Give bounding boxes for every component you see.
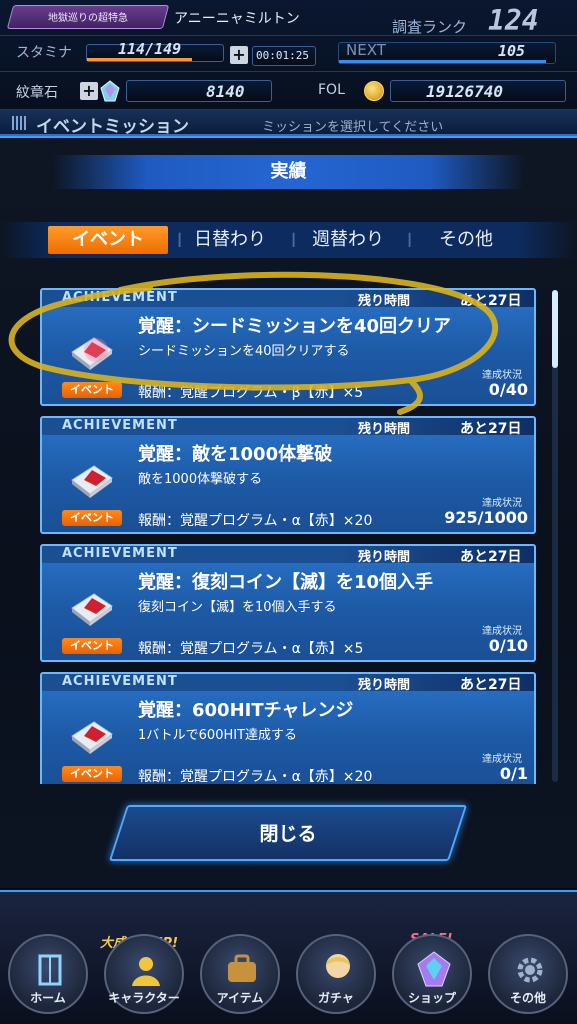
crest-label: 紋章石 <box>16 85 58 101</box>
header-row-currency: 紋章石 + 8140 FOL 19126740 <box>0 72 577 110</box>
crest-value: 8140 <box>206 82 245 101</box>
tab-separator: ┃ <box>290 233 298 247</box>
mission-title: 覚醒：復刻コイン【滅】を10個入手 <box>138 572 434 593</box>
mission-card[interactable]: ACHIEVEMENT 残り時間 あと27日 覚醒：復刻コイン【滅】を10個入手… <box>40 544 536 662</box>
nav-item-button[interactable]: アイテム <box>200 934 280 1014</box>
mission-progress: 0/10 <box>488 636 528 655</box>
player-name: アニーニャミルトン <box>174 11 300 27</box>
screen-title: イベントミッション <box>36 117 189 137</box>
screen-hint: ミッションを選択してください <box>262 120 444 135</box>
nav-gacha-button[interactable]: ガチャ <box>296 934 376 1014</box>
rank-label: 調査ランク <box>392 18 468 36</box>
nav-label: ガチャ <box>318 991 354 1005</box>
program-chip-icon <box>66 714 116 758</box>
close-button[interactable]: 閉じる <box>108 805 468 861</box>
achievement-label: ACHIEVEMENT <box>62 546 178 561</box>
gacha-icon <box>326 954 350 978</box>
next-label: NEXT <box>346 41 386 59</box>
tab-event[interactable]: イベント <box>48 226 168 254</box>
nav-other-button[interactable]: その他 <box>488 934 568 1014</box>
mission-progress: 0/1 <box>499 764 528 783</box>
progress-label: 達成状況 <box>482 498 522 509</box>
character-icon <box>132 957 160 986</box>
crest-box <box>126 80 272 102</box>
close-button-label: 閉じる <box>259 823 317 845</box>
event-badge: イベント <box>62 638 122 654</box>
mission-reward: 報酬：覚醒プログラム・α【赤】×5 <box>138 641 364 657</box>
remaining-time-label: 残り時間 <box>358 550 411 565</box>
crest-plus-button[interactable]: + <box>80 82 98 100</box>
mission-title: 覚醒：600HITチャレンジ <box>138 700 354 721</box>
event-badge-label: 地獄巡りの超特急 <box>48 13 128 24</box>
mission-description: 復刻コイン【滅】を10個入手する <box>138 600 337 615</box>
home-icon <box>38 954 62 986</box>
nav-label: ホーム <box>30 991 66 1005</box>
tab-separator: ┃ <box>406 233 414 247</box>
nav-shop-button[interactable]: ショップ <box>392 934 472 1014</box>
progress-label: 達成状況 <box>482 626 522 637</box>
fol-value: 19126740 <box>426 82 504 101</box>
nav-label: その他 <box>509 991 546 1005</box>
highlight-circle-annotation <box>8 271 499 415</box>
section-title: 実績 <box>52 155 525 189</box>
event-badge: イベント <box>62 510 122 526</box>
next-bar-fill <box>339 60 547 63</box>
mission-reward: 報酬：覚醒プログラム・α【赤】×20 <box>138 513 373 529</box>
nav-label: ショップ <box>407 991 456 1005</box>
remaining-time-label: 残り時間 <box>358 678 411 693</box>
header-row-stamina: スタミナ 114/149 + 00:01:25 NEXT 105 <box>0 36 577 72</box>
fol-coin-icon <box>364 81 384 101</box>
tab-other[interactable]: その他 <box>424 226 508 254</box>
stamina-bar-fill <box>87 58 192 61</box>
program-chip-icon <box>66 458 116 502</box>
title-bar: イベントミッション ミッションを選択してください <box>0 110 577 137</box>
mission-description: 1バトルで600HIT達成する <box>138 728 298 743</box>
shop-crystal-icon <box>417 951 451 987</box>
nav-label: アイテム <box>216 991 264 1005</box>
status-header: 地獄巡りの超特急 アニーニャミルトン 調査ランク 124 スタミナ 114/14… <box>0 0 577 110</box>
achievement-label: ACHIEVEMENT <box>62 674 178 689</box>
nav-character-button[interactable]: キャラクター <box>104 934 184 1014</box>
rank-value: 124 <box>488 4 539 37</box>
gear-icon <box>517 957 543 983</box>
tab-daily[interactable]: 日替わり <box>182 226 278 254</box>
nav-home-button[interactable]: ホーム <box>8 934 88 1014</box>
stamina-label: スタミナ <box>16 45 72 61</box>
stamina-value: 114/149 <box>118 40 182 58</box>
mission-progress: 925/1000 <box>444 508 528 527</box>
event-badge: イベント <box>62 766 122 782</box>
tab-weekly[interactable]: 週替わり <box>298 226 398 254</box>
mission-description: 敵を1000体撃破する <box>138 472 263 487</box>
nav-label: キャラクター <box>108 991 180 1005</box>
mission-title: 覚醒：敵を1000体撃破 <box>138 444 333 465</box>
progress-label: 達成状況 <box>482 754 522 765</box>
stamina-plus-button[interactable]: + <box>230 46 248 64</box>
remaining-days: あと27日 <box>460 677 522 693</box>
scrollbar-thumb[interactable] <box>552 290 558 368</box>
fol-label: FOL <box>318 82 345 98</box>
program-chip-icon <box>66 586 116 630</box>
item-bag-icon <box>228 954 256 982</box>
next-value: 105 <box>498 42 526 60</box>
mission-reward: 報酬：覚醒プログラム・α【赤】×20 <box>138 769 373 784</box>
mission-card[interactable]: ACHIEVEMENT 残り時間 あと27日 覚醒：600HITチャレンジ 1バ… <box>40 672 536 784</box>
crest-gem-icon <box>100 80 120 102</box>
header-row-top: 地獄巡りの超特急 アニーニャミルトン 調査ランク 124 <box>0 0 577 37</box>
mission-card[interactable]: ACHIEVEMENT 残り時間 あと27日 覚醒：敵を1000体撃破 敵を10… <box>40 416 536 534</box>
remaining-days: あと27日 <box>460 549 522 565</box>
stamina-timer: 00:01:25 <box>256 49 309 62</box>
title-bar-stripe-icon <box>12 116 28 130</box>
